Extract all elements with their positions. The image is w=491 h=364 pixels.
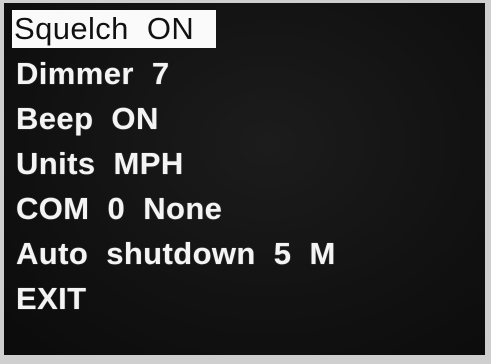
menu-item-com[interactable]: COM 0 None (12, 190, 226, 228)
menu-item-exit[interactable]: EXIT (12, 280, 91, 318)
display-screen: Squelch ON Dimmer 7 Beep ON Units MPH CO… (4, 3, 485, 355)
device-frame: Squelch ON Dimmer 7 Beep ON Units MPH CO… (0, 0, 491, 364)
menu-item-squelch[interactable]: Squelch ON (12, 10, 217, 48)
menu-item-units[interactable]: Units MPH (12, 145, 188, 183)
menu-item-dimmer[interactable]: Dimmer 7 (12, 55, 174, 93)
menu-item-auto-shutdown[interactable]: Auto shutdown 5 M (12, 235, 340, 273)
menu-item-beep[interactable]: Beep ON (12, 100, 163, 138)
